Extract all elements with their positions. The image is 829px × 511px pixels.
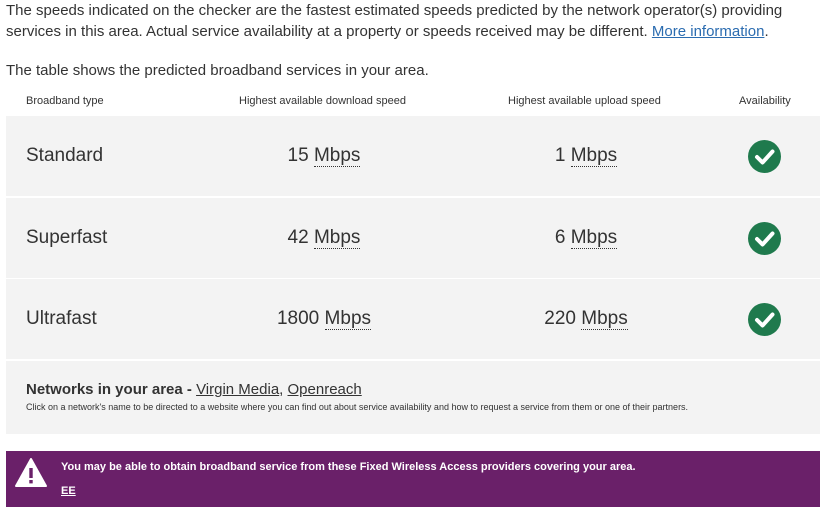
networks-title: Networks in your area - Virgin Media, Op… xyxy=(26,381,362,398)
table-row: Standard 15 Mbps 1 Mbps xyxy=(6,116,820,196)
download-unit[interactable]: Mbps xyxy=(313,227,361,249)
warning-icon xyxy=(14,457,48,494)
col-header-type: Broadband type xyxy=(26,95,104,107)
col-header-availability: Availability xyxy=(739,95,791,107)
row-type: Ultrafast xyxy=(26,308,97,329)
provider-link-ee[interactable]: EE xyxy=(61,485,76,497)
table-row: Ultrafast 1800 Mbps 220 Mbps xyxy=(6,279,820,359)
row-download: 42 Mbps xyxy=(224,198,424,278)
row-download: 15 Mbps xyxy=(224,116,424,196)
check-icon xyxy=(748,303,781,336)
network-link-virgin-media[interactable]: Virgin Media xyxy=(196,381,279,398)
download-value: 1800 xyxy=(276,308,320,329)
network-link-openreach[interactable]: Openreach xyxy=(288,381,362,398)
networks-heading: Networks in your area - xyxy=(26,381,197,398)
upload-unit[interactable]: Mbps xyxy=(570,227,618,249)
row-download: 1800 Mbps xyxy=(224,279,424,359)
upload-value: 6 xyxy=(554,227,566,248)
col-header-upload: Highest available upload speed xyxy=(508,95,661,107)
networks-note: Click on a network's name to be directed… xyxy=(26,402,689,412)
table-intro: The table shows the predicted broadband … xyxy=(6,62,429,79)
row-upload: 6 Mbps xyxy=(486,198,686,278)
check-icon xyxy=(748,222,781,255)
upload-value: 1 xyxy=(554,145,566,166)
download-value: 42 xyxy=(287,227,309,248)
upload-unit[interactable]: Mbps xyxy=(570,145,618,167)
networks-panel: Networks in your area - Virgin Media, Op… xyxy=(6,361,820,434)
upload-value: 220 xyxy=(544,308,576,329)
row-type: Standard xyxy=(26,145,104,166)
download-unit[interactable]: Mbps xyxy=(324,308,372,330)
row-type: Superfast xyxy=(26,227,108,248)
download-unit[interactable]: Mbps xyxy=(313,145,361,167)
row-upload: 220 Mbps xyxy=(486,279,686,359)
alert-message: You may be able to obtain broadband serv… xyxy=(61,461,636,473)
more-information-link[interactable]: More information xyxy=(652,23,765,40)
intro-text: The speeds indicated on the checker are … xyxy=(6,0,821,42)
table-row: Superfast 42 Mbps 6 Mbps xyxy=(6,198,820,278)
intro-period: . xyxy=(764,23,769,40)
row-upload: 1 Mbps xyxy=(486,116,686,196)
fwa-alert: You may be able to obtain broadband serv… xyxy=(6,451,820,507)
download-value: 15 xyxy=(287,145,309,166)
check-icon xyxy=(748,140,781,173)
upload-unit[interactable]: Mbps xyxy=(581,308,628,330)
col-header-download: Highest available download speed xyxy=(239,95,406,107)
networks-separator: , xyxy=(279,381,288,398)
table-header: Broadband type Highest available downloa… xyxy=(6,95,820,113)
